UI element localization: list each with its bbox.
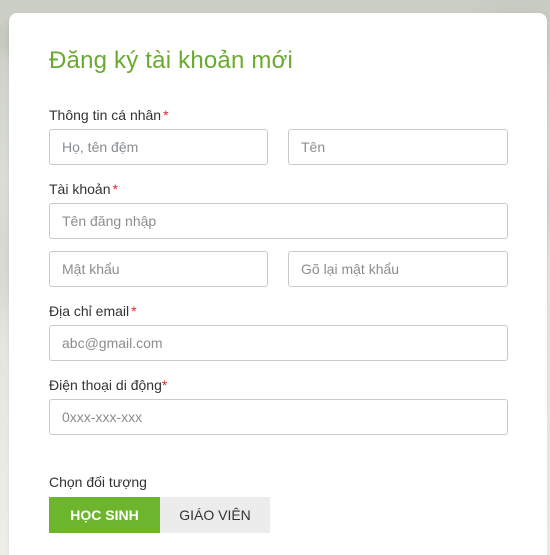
email-input[interactable] <box>49 325 508 361</box>
personal-info-label-text: Thông tin cá nhân <box>49 107 162 123</box>
required-mark: * <box>163 107 169 123</box>
phone-label: Điện thoại di động* <box>49 377 167 393</box>
account-label: Tài khoản * <box>49 181 118 197</box>
first-name-input[interactable] <box>288 129 508 165</box>
phone-input[interactable] <box>49 399 508 435</box>
last-name-input[interactable] <box>49 129 268 165</box>
password-input[interactable] <box>49 251 268 287</box>
required-mark: * <box>161 377 168 393</box>
email-label: Địa chỉ email * <box>49 303 137 319</box>
email-label-text: Địa chỉ email <box>49 303 130 319</box>
required-mark: * <box>131 303 137 319</box>
required-mark: * <box>112 181 118 197</box>
registration-card: Đăng ký tài khoản mới Thông tin cá nhân *… <box>9 13 547 555</box>
student-role-button[interactable]: HỌC SINH <box>49 497 160 533</box>
role-label: Chọn đối tượng <box>49 474 147 490</box>
confirm-password-input[interactable] <box>288 251 508 287</box>
teacher-role-button[interactable]: GIÁO VIÊN <box>160 497 270 533</box>
phone-label-text: Điện thoại di động <box>49 377 162 393</box>
personal-info-label: Thông tin cá nhân * <box>49 107 169 123</box>
page-title: Đăng ký tài khoản mới <box>49 47 294 74</box>
username-input[interactable] <box>49 203 508 239</box>
account-label-text: Tài khoản <box>49 181 111 197</box>
